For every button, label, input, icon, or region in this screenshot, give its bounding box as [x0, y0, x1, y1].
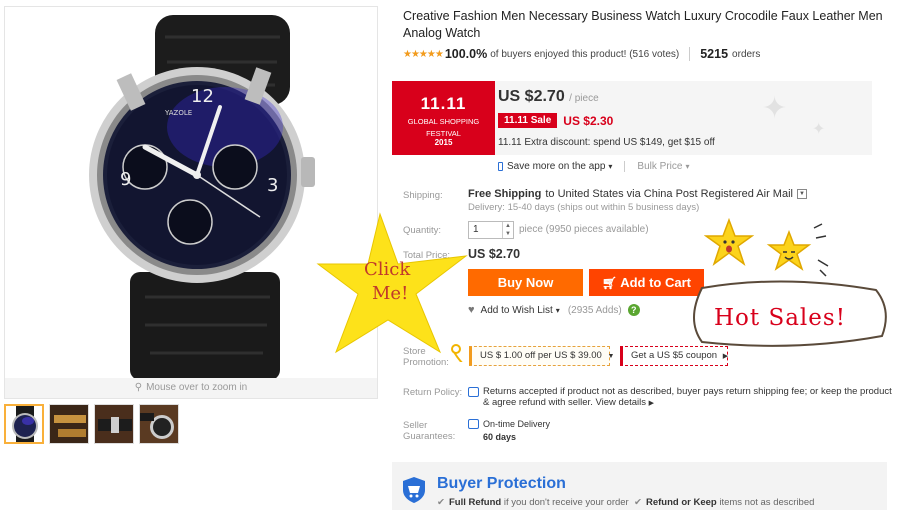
clock-icon [468, 419, 479, 429]
cute-star-icon [704, 218, 754, 266]
full-refund-text: if you don't receive your order [503, 497, 629, 508]
quantity-available: piece (9950 pieces available) [519, 224, 649, 235]
thumbnail-3[interactable] [94, 404, 134, 444]
decorative-sparkle-icon: ✦ [812, 121, 826, 138]
guarantees-label-2: Guarantees: [403, 431, 456, 442]
refund-keep-text: items not as described [719, 497, 815, 508]
magnifier-icon: ⚲ [134, 382, 143, 393]
watch-brand-text: YAZOLE [164, 109, 192, 117]
check-icon: ✔ [634, 497, 642, 508]
refund-keep-item: ✔ Refund or Keep items not as described [634, 497, 814, 508]
cute-star-icon [766, 230, 812, 271]
chevron-down-icon: ▼ [607, 353, 615, 360]
rating-text: of buyers enjoyed this product! (516 vot… [490, 48, 680, 60]
free-shipping-text: Free Shipping [468, 188, 542, 200]
return-policy-label: Return Policy: [403, 387, 463, 398]
shipping-label: Shipping: [403, 190, 443, 201]
store-coupon-text: US $ 1.00 off per US $ 39.00 [480, 350, 602, 361]
zoom-hint: ⚲ Mouse over to zoom in [5, 378, 377, 398]
divider [689, 47, 691, 61]
thumbnail-1[interactable] [4, 404, 44, 444]
festival-big-text: 11.11 [420, 94, 467, 113]
price-unit: / piece [569, 93, 599, 104]
festival-line-2: FESTIVAL [426, 129, 461, 138]
shipping-dropdown-icon[interactable]: ▼ [796, 189, 807, 199]
svg-text:9: 9 [120, 169, 131, 190]
on-time-delivery-text: On-time Delivery [483, 419, 551, 429]
cart-icon: 🛒︎ [601, 276, 618, 290]
me-text: Me! [372, 283, 409, 304]
price-line: US $2.70 / piece [498, 88, 599, 106]
decorative-sparkle-icon: ✦ [762, 92, 788, 125]
check-icon: ✔ [437, 497, 445, 508]
store-coupon[interactable]: US $ 1.00 off per US $ 39.00 ▼ [469, 346, 614, 366]
sale-badge: 11.11 Sale [498, 113, 558, 128]
phone-icon [498, 162, 503, 171]
product-title: Creative Fashion Men Necessary Business … [403, 9, 883, 40]
return-policy-body: Returns accepted if product not as descr… [483, 386, 892, 408]
sale-price: US $2.30 [563, 113, 614, 128]
help-icon[interactable]: ? [627, 304, 640, 316]
svg-text:12: 12 [191, 86, 214, 107]
buyer-protection-title: Buyer Protection [437, 475, 566, 492]
wish-list-row: ♥ Add to Wish List ▾ (2935 Adds) ? [468, 304, 640, 316]
return-icon [468, 387, 479, 397]
rating-stars-icon[interactable]: ★★★★★ [403, 49, 444, 60]
view-details-link[interactable]: View details [595, 397, 646, 408]
chevron-down-icon: ▾ [685, 162, 690, 171]
refund-keep-label: Refund or Keep [645, 497, 717, 508]
rating-percent: 100.0% [444, 47, 488, 61]
sparkle-lines-icon [813, 223, 829, 277]
svg-text:3: 3 [267, 175, 278, 196]
festival-year: 2015 [434, 138, 453, 147]
promo-box: 11.11 GLOBAL SHOPPING FESTIVAL 2015 US $… [392, 81, 872, 155]
extra-discount-text: 11.11 Extra discount: spend US $149, get… [498, 137, 715, 148]
return-policy-text: Returns accepted if product not as descr… [483, 386, 893, 409]
zoom-hint-text: Mouse over to zoom in [146, 382, 248, 393]
seller-guarantees-label: Seller Guarantees: [403, 420, 455, 442]
hot-sales-text: Hot Sales! [714, 305, 846, 331]
full-refund-label: Full Refund [448, 497, 502, 508]
chevron-right-icon: ▶ [648, 400, 655, 407]
delivery-text: Delivery: 15-40 days (ships out within 5… [468, 202, 700, 213]
click-text: Click [364, 259, 411, 280]
shield-cart-icon [403, 477, 425, 503]
add-to-wish-list-link[interactable]: Add to Wish List [481, 305, 553, 316]
app-row: Save more on the app ▾ Bulk Price ▾ [498, 161, 689, 172]
add-to-cart-label: Add to Cart [620, 275, 691, 290]
divider [624, 161, 626, 172]
buyer-protection-box: Buyer Protection ✔ Full Refund if you don… [392, 462, 887, 510]
rating-row: ★★★★★ 100.0% of buyers enjoyed this prod… [403, 47, 760, 61]
price-value: US $2.70 [498, 88, 565, 105]
sale-line: 11.11 Sale US $2.30 [498, 113, 613, 128]
quantity-stepper[interactable]: ▲ ▼ [502, 222, 513, 238]
delivery-days: 60 days [483, 432, 517, 442]
orders-count: 5215 [700, 47, 729, 61]
thumbnail-4[interactable] [139, 404, 179, 444]
wish-count: (2935 Adds) [567, 304, 622, 316]
chevron-down-icon: ▾ [555, 305, 560, 315]
full-refund-item: ✔ Full Refund if you don't receive your o… [437, 497, 629, 508]
chevron-right-icon: ▶ [722, 353, 729, 360]
orders-label: orders [732, 48, 761, 60]
guarantees-label-1: Seller [403, 420, 428, 431]
thumbnail-strip [4, 404, 179, 444]
shipping-line: Free Shipping to United States via China… [468, 188, 807, 200]
bulk-price-link[interactable]: Bulk Price [637, 161, 682, 172]
save-app-link[interactable]: Save more on the app [507, 161, 605, 172]
festival-banner: 11.11 GLOBAL SHOPPING FESTIVAL 2015 [392, 81, 495, 155]
thumbnail-2[interactable] [49, 404, 89, 444]
shipping-method[interactable]: to United States via China Post Register… [545, 188, 793, 200]
chevron-down-icon: ▾ [608, 162, 613, 171]
festival-line-1: GLOBAL SHOPPING [407, 117, 480, 126]
